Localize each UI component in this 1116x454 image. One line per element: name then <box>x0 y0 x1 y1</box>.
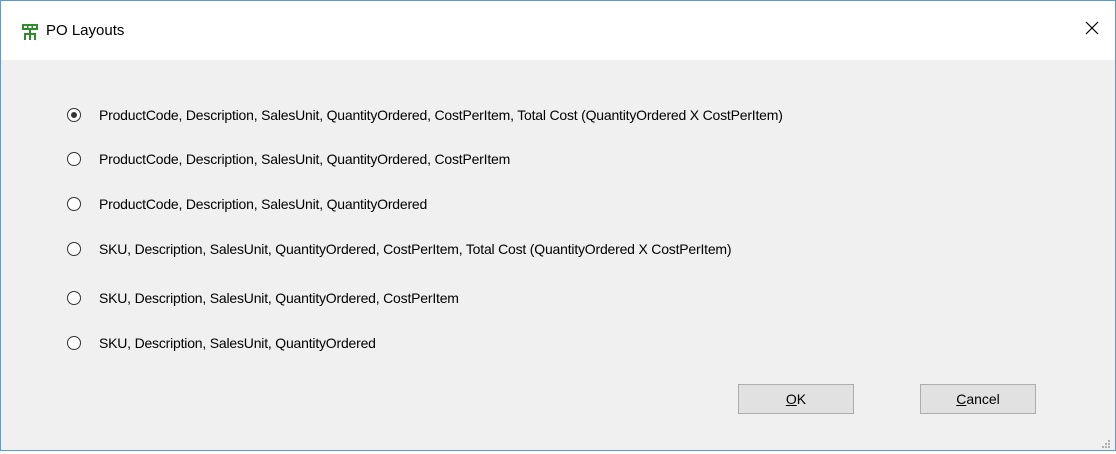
radio-button[interactable] <box>67 242 81 256</box>
dialog-title: PO Layouts <box>46 22 125 39</box>
layout-option-1[interactable]: ProductCode, Description, SalesUnit, Qua… <box>67 102 783 128</box>
layout-option-label: SKU, Description, SalesUnit, QuantityOrd… <box>99 241 732 257</box>
layout-option-6[interactable]: SKU, Description, SalesUnit, QuantityOrd… <box>67 330 376 356</box>
layout-option-label: SKU, Description, SalesUnit, QuantityOrd… <box>99 290 459 306</box>
org-chart-icon <box>21 23 39 41</box>
layout-option-label: ProductCode, Description, SalesUnit, Qua… <box>99 107 783 123</box>
cancel-mnemonic: C <box>956 391 967 407</box>
radio-button[interactable] <box>67 336 81 350</box>
layout-option-label: ProductCode, Description, SalesUnit, Qua… <box>99 151 511 167</box>
po-layouts-dialog: PO Layouts ProductCode, Description, Sal… <box>0 0 1116 451</box>
layout-option-2[interactable]: ProductCode, Description, SalesUnit, Qua… <box>67 146 510 172</box>
cancel-label-rest: ancel <box>966 391 1000 407</box>
close-button[interactable] <box>1069 1 1115 60</box>
layout-option-label: SKU, Description, SalesUnit, QuantityOrd… <box>99 335 376 351</box>
cancel-button[interactable]: Cancel <box>920 384 1036 414</box>
dialog-body: ProductCode, Description, SalesUnit, Qua… <box>1 60 1115 450</box>
layout-option-3[interactable]: ProductCode, Description, SalesUnit, Qua… <box>67 191 427 217</box>
title-bar[interactable]: PO Layouts <box>1 1 1115 60</box>
radio-button[interactable] <box>67 197 81 211</box>
ok-mnemonic: O <box>785 391 797 407</box>
ok-button[interactable]: OK <box>738 384 854 414</box>
radio-button[interactable] <box>67 152 81 166</box>
layout-option-4[interactable]: SKU, Description, SalesUnit, QuantityOrd… <box>67 236 732 262</box>
ok-label-rest: K <box>796 391 807 407</box>
resize-grip-icon[interactable] <box>1101 436 1111 448</box>
layout-option-label: ProductCode, Description, SalesUnit, Qua… <box>99 196 428 212</box>
radio-button[interactable] <box>67 291 81 305</box>
layout-option-5[interactable]: SKU, Description, SalesUnit, QuantityOrd… <box>67 285 459 311</box>
close-icon <box>1085 21 1099 40</box>
radio-button[interactable] <box>67 108 81 122</box>
